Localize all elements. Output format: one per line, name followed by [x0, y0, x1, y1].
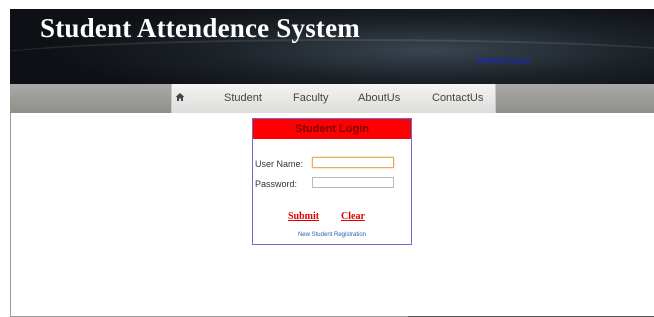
clear-button[interactable]: Clear [341, 211, 365, 222]
site-title: Student Attendence System [40, 13, 360, 43]
nav-item-student[interactable]: Student [224, 92, 262, 104]
login-box: Student Login User Name: Password: Submi… [252, 118, 412, 245]
welcome-text: Welcome Guest [477, 58, 530, 65]
nav-bar: Student Faculty AboutUs ContactUs [171, 84, 496, 113]
submit-button[interactable]: Submit [288, 211, 319, 222]
new-student-registration-link[interactable]: New Student Registration [253, 232, 411, 238]
username-input[interactable] [312, 157, 394, 168]
nav-item-faculty[interactable]: Faculty [293, 92, 328, 104]
nav-item-aboutus[interactable]: AboutUs [358, 92, 400, 104]
username-label: User Name: [255, 159, 304, 169]
password-input[interactable] [312, 177, 394, 188]
nav-item-contactus[interactable]: ContactUs [432, 92, 483, 104]
header-swoosh-decoration [10, 39, 654, 81]
site-header: Student Attendence System Welcome Guest [10, 9, 654, 84]
home-icon[interactable] [174, 91, 186, 103]
login-title: Student Login [253, 119, 411, 139]
password-label: Password: [255, 179, 298, 189]
